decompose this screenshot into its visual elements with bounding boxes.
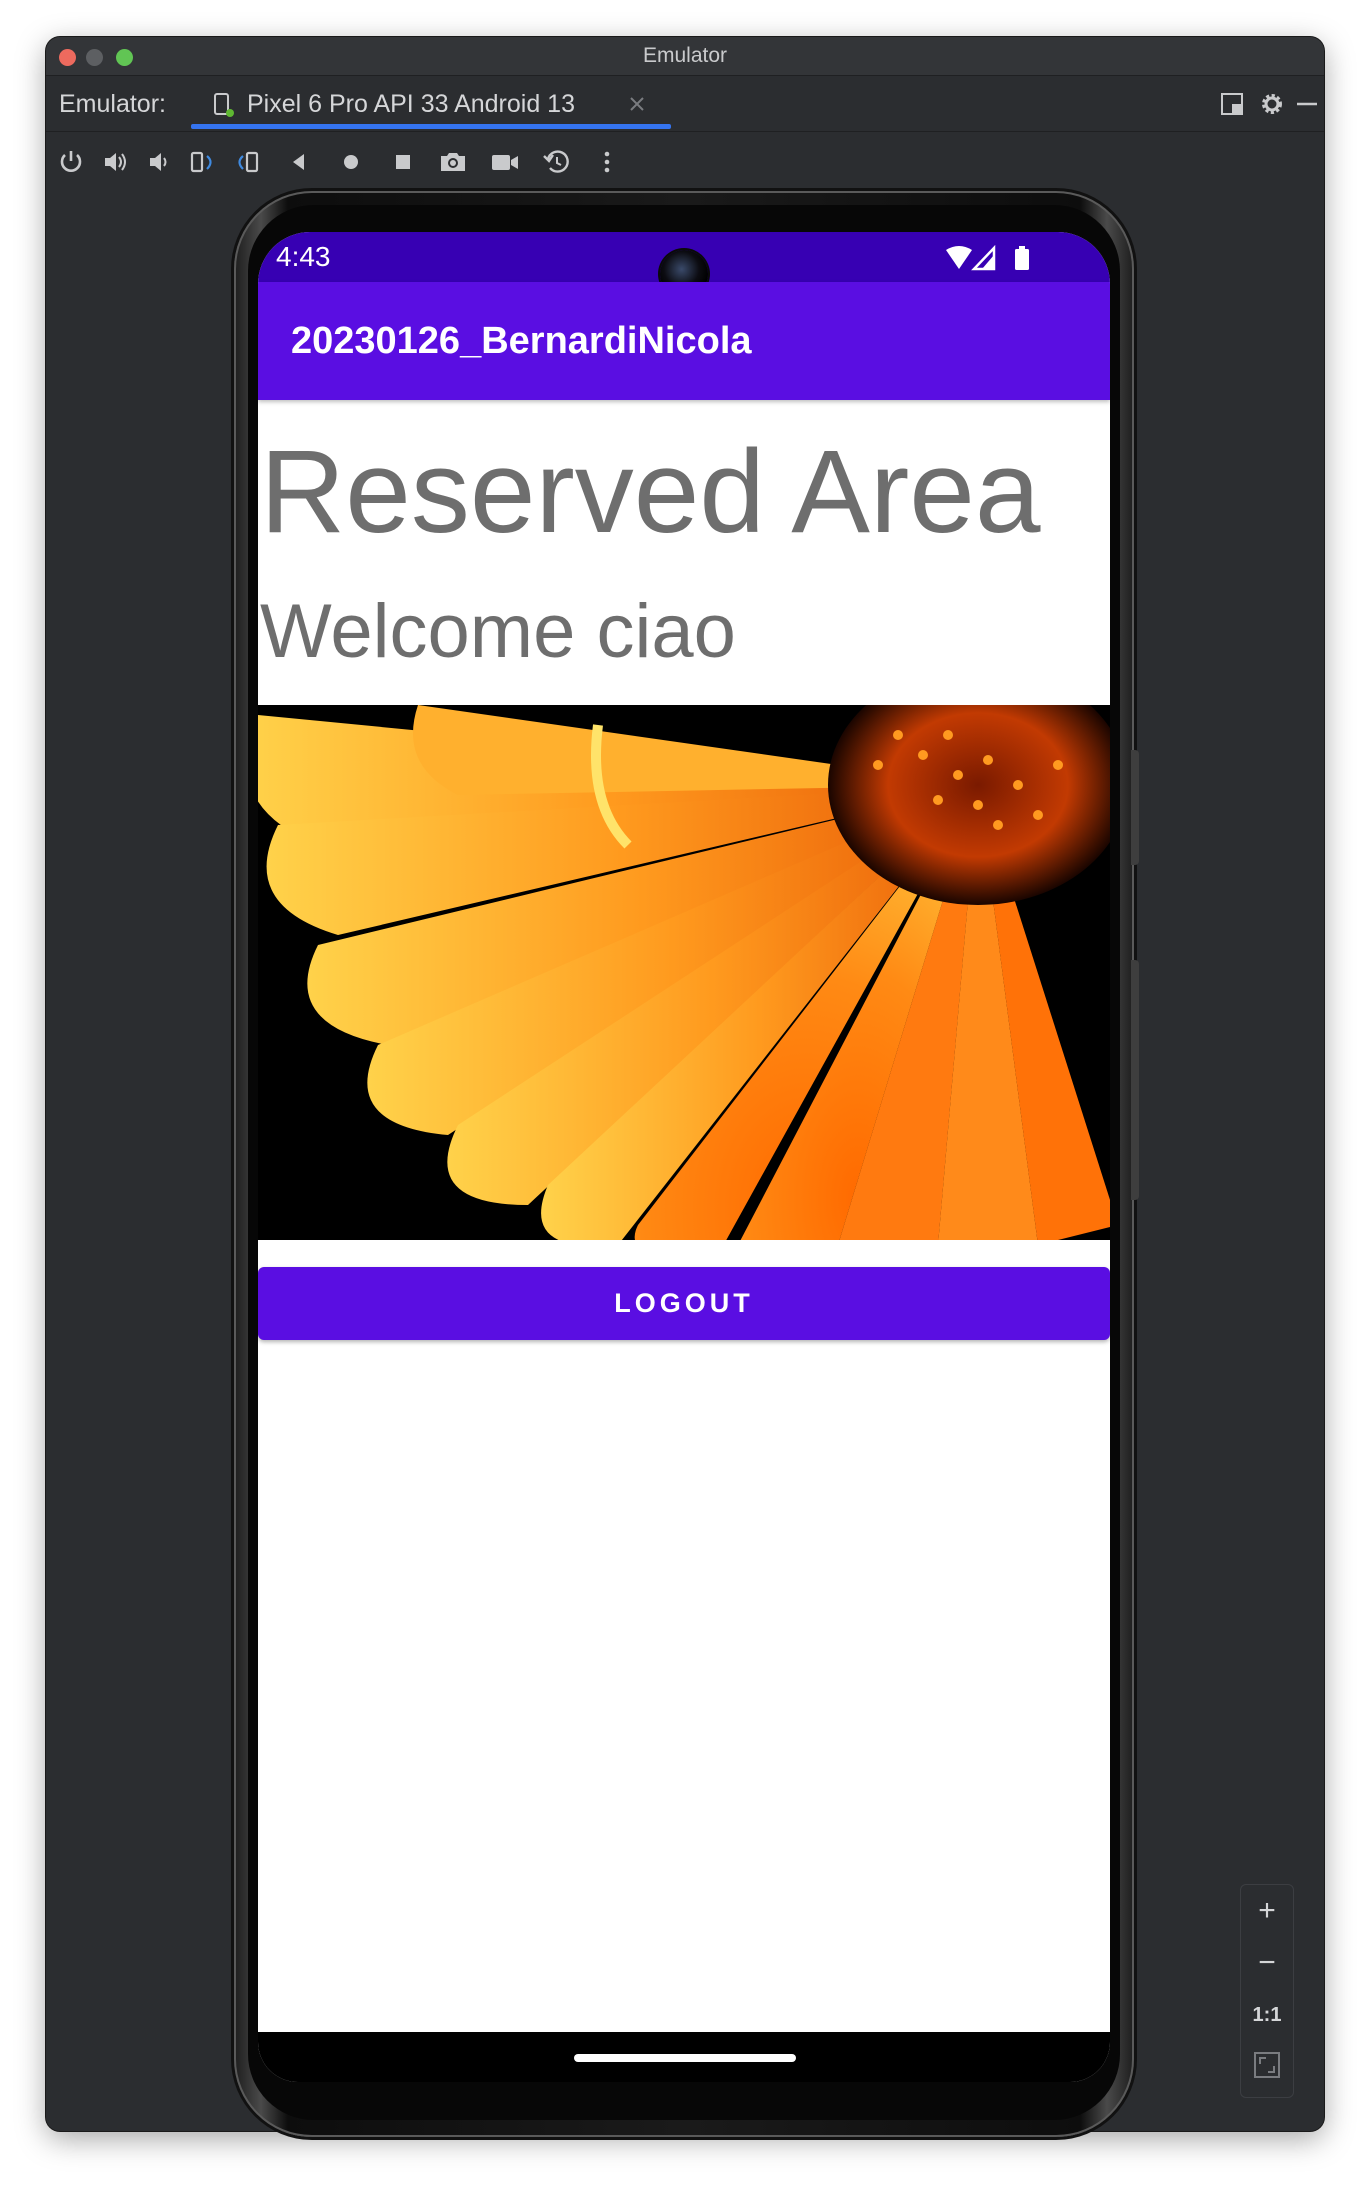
status-time: 4:43	[276, 241, 331, 272]
fit-screen-icon[interactable]	[1253, 2051, 1281, 2079]
layout-icon[interactable]	[1219, 91, 1245, 117]
zoom-in-button[interactable]: +	[1241, 1885, 1293, 1937]
page-title: Reserved Area	[260, 426, 1041, 558]
minimize-icon[interactable]	[1294, 91, 1320, 117]
home-gesture-pill[interactable]	[574, 2054, 796, 2062]
emulator-label: Emulator:	[59, 90, 166, 118]
active-tab-indicator	[191, 124, 671, 129]
app-bar: 20230126_BernardiNicola	[258, 282, 1110, 400]
snapshot-icon[interactable]	[542, 147, 572, 177]
home-icon[interactable]	[336, 147, 366, 177]
window-title: Emulator	[642, 44, 728, 67]
zoom-actual-size-button[interactable]: 1:1	[1241, 1989, 1293, 2041]
overview-icon[interactable]	[388, 147, 418, 177]
camera-icon[interactable]	[438, 147, 468, 177]
tab-label: Pixel 6 Pro API 33 Android 13	[247, 90, 575, 118]
rotate-right-icon[interactable]	[232, 147, 262, 177]
signal-icon	[971, 245, 996, 271]
more-icon[interactable]	[592, 147, 622, 177]
app-title: 20230126_BernardiNicola	[291, 320, 752, 362]
close-icon[interactable]	[628, 95, 646, 113]
status-icons	[946, 245, 1029, 271]
power-icon[interactable]	[56, 147, 86, 177]
welcome-text: Welcome ciao	[260, 589, 736, 674]
orange-gerbera-flower-image	[258, 705, 1110, 1240]
zoom-controls: + − 1:1	[1240, 1884, 1294, 2098]
video-icon[interactable]	[490, 147, 520, 177]
back-icon[interactable]	[284, 147, 314, 177]
title-bar: Emulator	[46, 37, 1324, 76]
tab-pixel-6-pro[interactable]: Pixel 6 Pro API 33 Android 13	[191, 76, 671, 131]
navigation-bar	[258, 2032, 1110, 2082]
zoom-out-button[interactable]: −	[1241, 1937, 1293, 1989]
wifi-icon	[946, 246, 972, 269]
logout-button[interactable]: LOGOUT	[258, 1267, 1110, 1340]
volume-side-button[interactable]	[1131, 960, 1139, 1200]
device-icon	[214, 93, 234, 117]
volume-up-icon[interactable]	[101, 147, 131, 177]
gear-icon[interactable]	[1259, 91, 1285, 117]
power-side-button[interactable]	[1131, 750, 1139, 865]
device-screen: 4:43 20230126_BernardiNicola Reserved Ar…	[258, 232, 1110, 2082]
rotate-left-icon[interactable]	[188, 147, 218, 177]
emulator-toolbar	[46, 132, 1324, 192]
volume-down-icon[interactable]	[144, 147, 174, 177]
battery-icon	[1015, 246, 1029, 270]
